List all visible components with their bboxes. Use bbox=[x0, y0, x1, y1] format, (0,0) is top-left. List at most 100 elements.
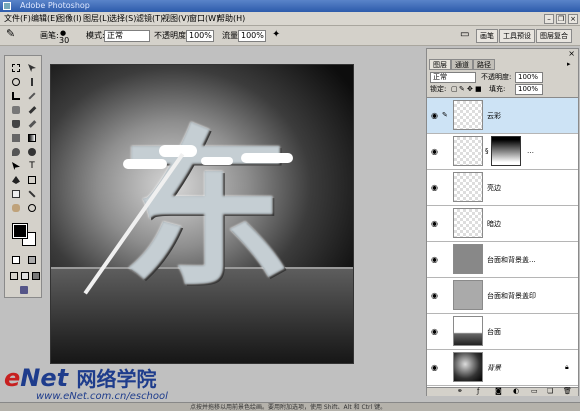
document-canvas[interactable]: 东 bbox=[50, 64, 354, 364]
close-icon[interactable]: × bbox=[568, 14, 578, 24]
eraser-icon[interactable] bbox=[9, 132, 23, 144]
layer-name: 台面 bbox=[487, 328, 501, 336]
eyedropper-icon[interactable] bbox=[25, 188, 39, 200]
crop-tool-icon[interactable] bbox=[9, 90, 23, 102]
brush-size[interactable]: 30 bbox=[59, 36, 69, 46]
brush-tool-icon[interactable]: ✎ bbox=[6, 28, 15, 39]
foreground-color-swatch[interactable] bbox=[12, 223, 28, 239]
eye-icon[interactable]: ◉ bbox=[431, 363, 438, 373]
eye-icon[interactable]: ◉ bbox=[431, 327, 438, 337]
quick-mask-icon[interactable] bbox=[25, 254, 39, 266]
layer-row[interactable]: ◉ 亮边 bbox=[427, 170, 578, 206]
options-bar: ✎ 画笔: ● 30 模式: 正常 不透明度: 100% 流量: 100% ✦ … bbox=[0, 26, 580, 46]
screen-mode-full-icon[interactable] bbox=[29, 270, 43, 282]
menu-window[interactable]: 窗口(W) bbox=[189, 12, 219, 26]
history-brush-icon[interactable] bbox=[25, 118, 39, 130]
menu-layer[interactable]: 图层(L) bbox=[83, 12, 110, 26]
mode-select[interactable]: 正常 bbox=[104, 30, 150, 42]
layer-style-icon[interactable]: ƒ bbox=[477, 386, 479, 397]
type-tool-icon[interactable]: T bbox=[25, 160, 39, 172]
lock-row: 锁定: ▢ ✎ ✥ ■ 填充: 100% bbox=[427, 84, 578, 96]
healing-brush-icon[interactable] bbox=[9, 104, 23, 116]
opacity-field[interactable]: 100% bbox=[186, 30, 214, 42]
standard-mode-icon[interactable] bbox=[9, 254, 23, 266]
lock-icon: 🔒︎ bbox=[565, 363, 569, 371]
lock-image-icon[interactable]: ✎ bbox=[459, 84, 465, 95]
palette-menu-icon[interactable]: ▸ bbox=[567, 59, 571, 70]
eye-icon[interactable]: ◉ bbox=[431, 111, 438, 121]
dock-tab-layer-comps[interactable]: 图层复合 bbox=[536, 29, 572, 43]
palette-well-icon[interactable]: ▭ bbox=[460, 30, 469, 40]
pen-tool-icon[interactable] bbox=[9, 174, 23, 186]
menu-help[interactable]: 帮助(H) bbox=[217, 12, 245, 26]
menu-edit[interactable]: 编辑(E) bbox=[31, 12, 58, 26]
marquee-tool-icon[interactable] bbox=[9, 62, 23, 74]
airbrush-icon[interactable]: ✦ bbox=[272, 30, 280, 40]
layer-more-icon: … bbox=[527, 147, 534, 155]
layer-name: 背景 bbox=[487, 364, 501, 372]
blend-mode-select[interactable]: 正常 bbox=[430, 72, 476, 83]
flow-field[interactable]: 100% bbox=[238, 30, 266, 42]
close-icon[interactable]: × bbox=[568, 49, 575, 59]
fill-field[interactable]: 100% bbox=[515, 84, 543, 95]
lasso-tool-icon[interactable] bbox=[9, 76, 23, 88]
move-tool-icon[interactable] bbox=[25, 62, 39, 74]
notes-tool-icon[interactable] bbox=[9, 188, 23, 200]
layer-row[interactable]: ◉ 台面和背景盖... bbox=[427, 242, 578, 278]
lock-all-icon[interactable]: ■ bbox=[475, 84, 482, 95]
jump-to-imageready-icon[interactable] bbox=[17, 284, 31, 296]
trash-icon[interactable]: 🗑︎ bbox=[563, 386, 572, 397]
shape-tool-icon[interactable] bbox=[25, 174, 39, 186]
blend-row: 正常 不透明度: 100% bbox=[427, 71, 578, 84]
new-layer-icon[interactable]: ❏ bbox=[547, 386, 553, 397]
path-selection-icon[interactable] bbox=[9, 160, 23, 172]
lock-position-icon[interactable]: ✥ bbox=[467, 84, 473, 95]
brush-icon[interactable] bbox=[25, 104, 39, 116]
eye-icon[interactable]: ◉ bbox=[431, 183, 438, 193]
gradient-icon[interactable] bbox=[25, 132, 39, 144]
magic-wand-icon[interactable] bbox=[25, 76, 39, 88]
layer-thumbnail bbox=[453, 244, 483, 274]
layer-row[interactable]: ◉ ✎ 云彩 bbox=[427, 98, 578, 134]
link-layers-icon[interactable]: ⚭ bbox=[457, 386, 463, 397]
restore-icon[interactable]: ❐ bbox=[556, 14, 566, 24]
layer-name: 台面和背景盖印 bbox=[487, 292, 536, 300]
minimize-icon[interactable]: – bbox=[544, 14, 554, 24]
menu-select[interactable]: 选择(S) bbox=[109, 12, 136, 26]
slice-tool-icon[interactable] bbox=[25, 90, 39, 102]
layer-name: 台面和背景盖... bbox=[487, 256, 536, 264]
app-icon bbox=[3, 2, 11, 10]
menu-image[interactable]: 图像(I) bbox=[57, 12, 82, 26]
layer-row[interactable]: ◉ § … bbox=[427, 134, 578, 170]
blur-tool-icon[interactable] bbox=[9, 146, 23, 158]
layer-row[interactable]: ◉ 背景 🔒︎ bbox=[427, 350, 578, 386]
tab-paths[interactable]: 路径 bbox=[473, 59, 495, 70]
dock-tab-brushes[interactable]: 画笔 bbox=[476, 29, 498, 43]
eye-icon[interactable]: ◉ bbox=[431, 219, 438, 229]
clone-stamp-icon[interactable] bbox=[9, 118, 23, 130]
tab-layers[interactable]: 图层 bbox=[429, 59, 451, 70]
layer-row[interactable]: ◉ 暗边 bbox=[427, 206, 578, 242]
layer-row[interactable]: ◉ 台面 bbox=[427, 314, 578, 350]
tab-channels[interactable]: 通道 bbox=[451, 59, 473, 70]
dock-tab-tool-presets[interactable]: 工具预设 bbox=[499, 29, 535, 43]
add-mask-icon[interactable]: ◙ bbox=[495, 386, 502, 397]
zoom-tool-icon[interactable] bbox=[25, 202, 39, 214]
menu-file[interactable]: 文件(F) bbox=[4, 12, 31, 26]
palette-header: × bbox=[427, 49, 578, 59]
dodge-tool-icon[interactable] bbox=[25, 146, 39, 158]
menu-view[interactable]: 视图(V) bbox=[162, 12, 190, 26]
new-group-icon[interactable]: ▭ bbox=[531, 386, 538, 397]
layer-thumbnail bbox=[453, 208, 483, 238]
eye-icon[interactable]: ◉ bbox=[431, 291, 438, 301]
adjustment-layer-icon[interactable]: ◐ bbox=[513, 386, 519, 397]
lock-transparency-icon[interactable]: ▢ bbox=[451, 84, 458, 95]
enet-logo: eNet 网络学院 bbox=[4, 364, 157, 392]
hand-tool-icon[interactable] bbox=[9, 202, 23, 214]
eye-icon[interactable]: ◉ bbox=[431, 147, 438, 157]
layer-opacity-field[interactable]: 100% bbox=[515, 72, 543, 83]
menu-filter[interactable]: 滤镜(T) bbox=[136, 12, 163, 26]
layer-thumbnail bbox=[453, 172, 483, 202]
eye-icon[interactable]: ◉ bbox=[431, 255, 438, 265]
layer-row[interactable]: ◉ 台面和背景盖印 bbox=[427, 278, 578, 314]
